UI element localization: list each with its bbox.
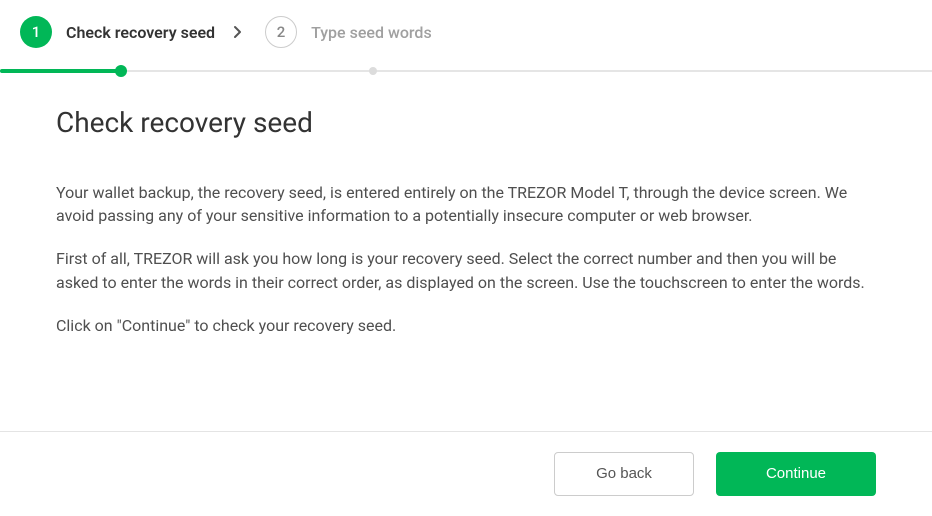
chevron-right-icon: [233, 25, 243, 39]
progress-dot-active: [115, 65, 127, 77]
paragraph-3: Click on "Continue" to check your recove…: [56, 314, 876, 337]
step-1-circle: 1: [20, 16, 52, 48]
step-2-number: 2: [277, 23, 286, 41]
paragraph-2: First of all, TREZOR will ask you how lo…: [56, 247, 876, 293]
step-2-label: Type seed words: [311, 23, 432, 42]
content-area: Check recovery seed Your wallet backup, …: [0, 72, 932, 377]
progress-track: [0, 70, 932, 72]
step-1-number: 1: [32, 23, 41, 41]
page-title: Check recovery seed: [56, 106, 876, 139]
continue-button[interactable]: Continue: [716, 452, 876, 496]
progress-dot-inactive: [369, 67, 377, 75]
progress-fill: [0, 69, 121, 73]
paragraph-1: Your wallet backup, the recovery seed, i…: [56, 181, 876, 227]
stepper: 1 Check recovery seed 2 Type seed words: [0, 0, 932, 70]
step-1-label: Check recovery seed: [66, 23, 215, 42]
footer: Go back Continue: [0, 432, 932, 516]
step-2-circle: 2: [265, 16, 297, 48]
go-back-button[interactable]: Go back: [554, 452, 694, 496]
